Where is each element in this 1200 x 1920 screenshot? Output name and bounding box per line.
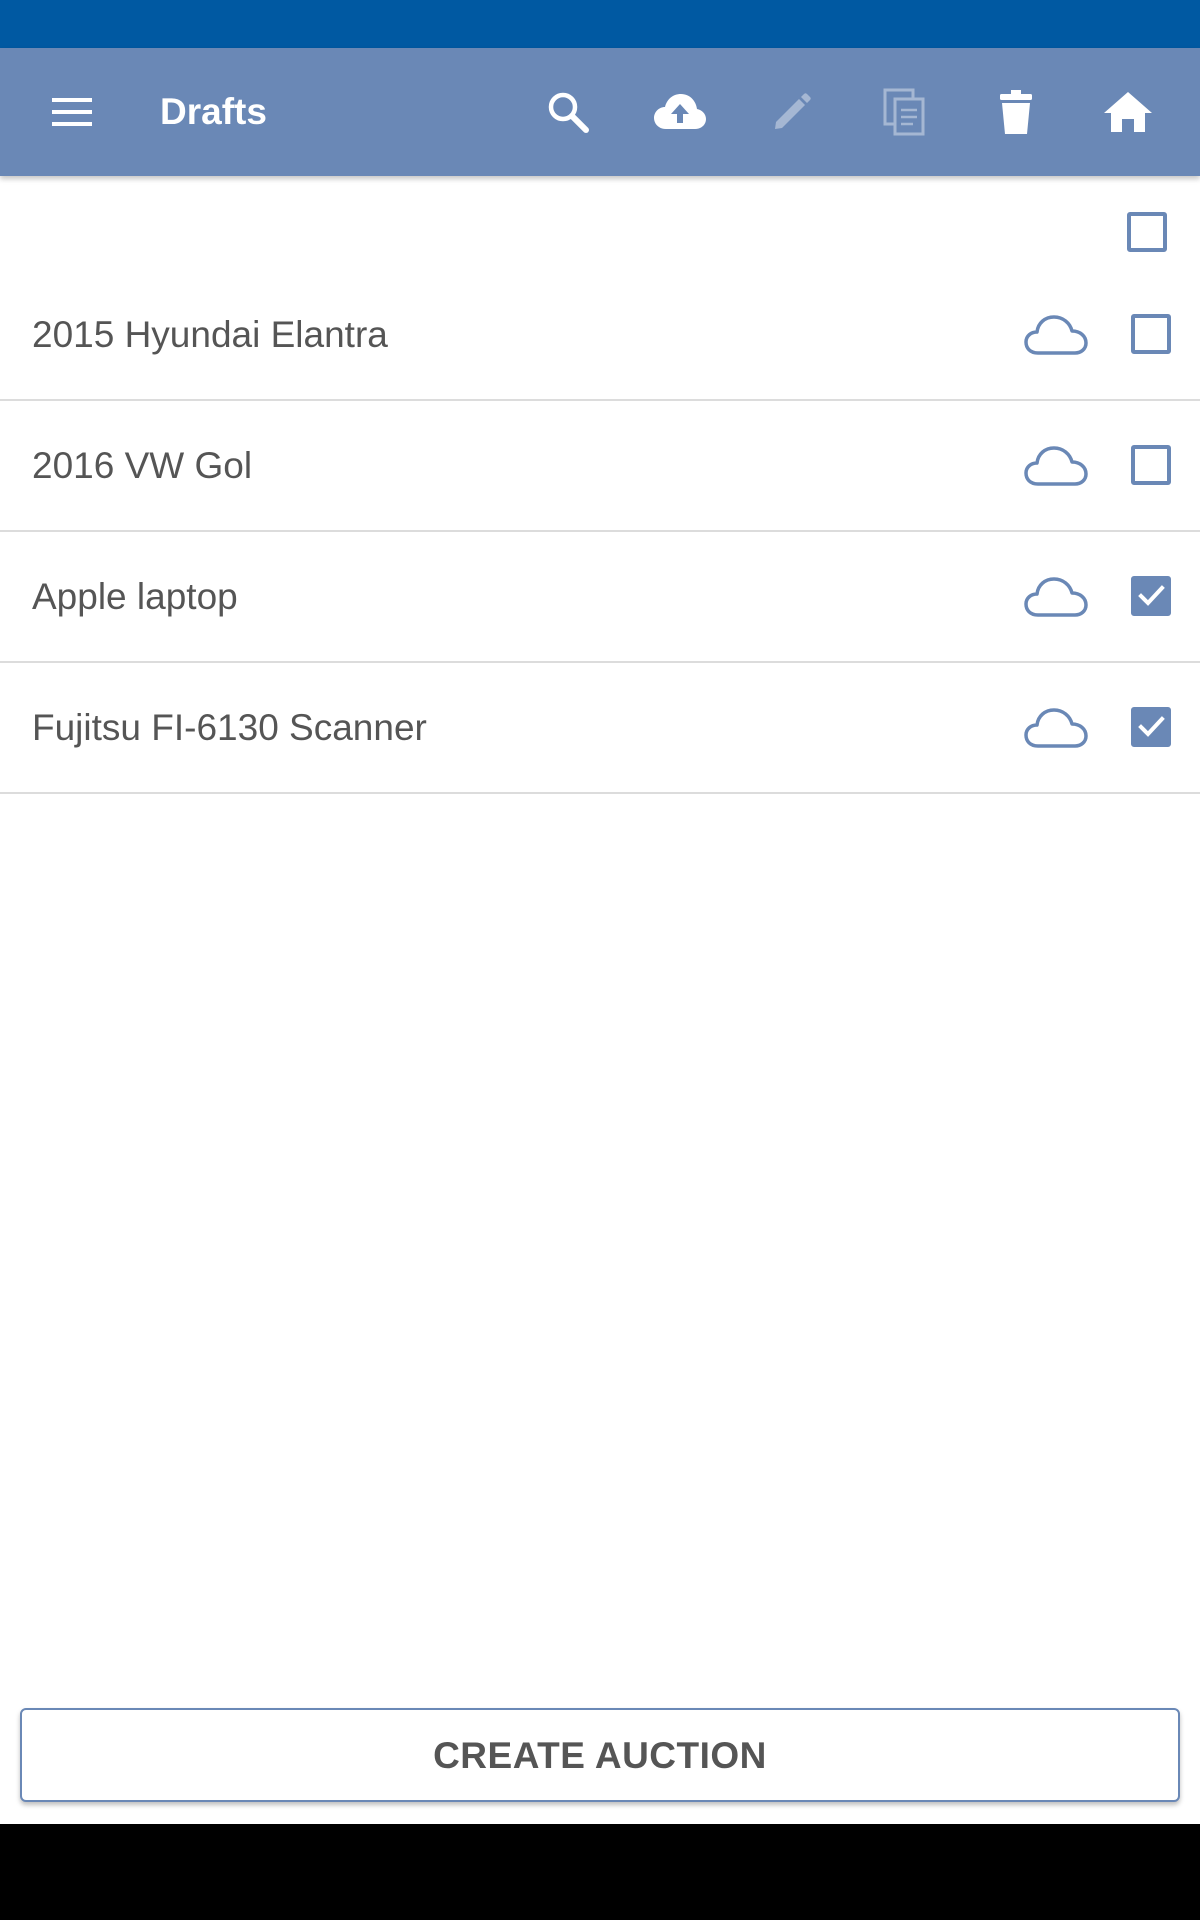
cloud-upload-icon <box>654 94 706 129</box>
page-title: Drafts <box>160 91 267 132</box>
create-auction-button[interactable]: CREATE AUCTION <box>20 1708 1180 1802</box>
cloud-icon <box>1024 577 1088 617</box>
row-checkbox[interactable] <box>1131 707 1171 747</box>
select-all-checkbox[interactable] <box>1127 212 1167 252</box>
pencil-icon <box>775 93 811 129</box>
list-item[interactable]: 2015 Hyundai Elantra <box>0 270 1200 401</box>
list-item[interactable]: Fujitsu FI-6130 Scanner <box>0 663 1200 794</box>
draft-title: 2015 Hyundai Elantra <box>32 314 388 355</box>
draft-title: Apple laptop <box>32 576 238 617</box>
trash-icon <box>1000 90 1032 134</box>
home-icon <box>1104 92 1152 132</box>
status-bar <box>0 0 1200 48</box>
search-icon <box>548 92 589 133</box>
draft-title: Fujitsu FI-6130 Scanner <box>32 707 427 748</box>
home-button[interactable] <box>1084 68 1172 156</box>
search-button[interactable] <box>524 68 612 156</box>
cloud-icon <box>1024 708 1088 748</box>
draft-title: 2016 VW Gol <box>32 445 253 486</box>
menu-button[interactable] <box>28 68 116 156</box>
delete-button[interactable] <box>972 68 1060 156</box>
row-checkbox[interactable] <box>1131 576 1171 616</box>
row-checkbox[interactable] <box>1131 314 1171 354</box>
cloud-icon <box>1024 315 1088 355</box>
checkmark-icon <box>1138 716 1165 737</box>
app-bar: Drafts <box>0 48 1200 176</box>
upload-button[interactable] <box>636 68 724 156</box>
system-navigation-bar <box>0 1824 1200 1920</box>
copy-button[interactable] <box>860 68 948 156</box>
list-item[interactable]: Apple laptop <box>0 532 1200 663</box>
drafts-list: 2015 Hyundai Elantra 2016 VW Gol Apple l… <box>0 270 1200 794</box>
hamburger-menu-icon <box>52 98 92 126</box>
copy-icon <box>883 88 925 136</box>
list-item[interactable]: 2016 VW Gol <box>0 401 1200 532</box>
checkmark-icon <box>1138 585 1165 606</box>
row-checkbox[interactable] <box>1131 445 1171 485</box>
edit-button[interactable] <box>748 68 836 156</box>
cloud-icon <box>1024 446 1088 486</box>
